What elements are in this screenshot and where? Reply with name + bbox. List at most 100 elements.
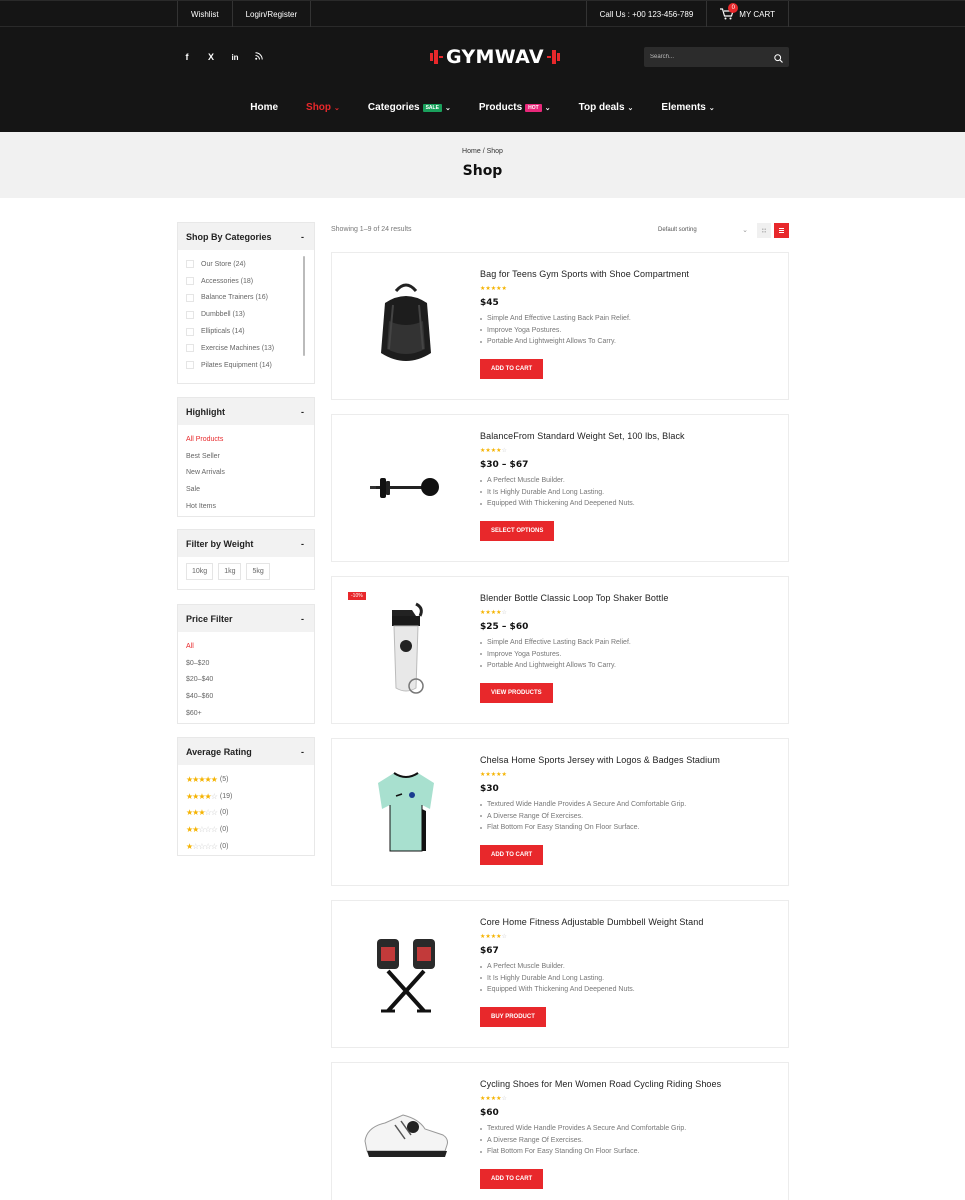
wishlist-link[interactable]: Wishlist	[177, 1, 232, 27]
feature-text: Textured Wide Handle Provides A Secure A…	[487, 1125, 687, 1133]
x-twitter-icon[interactable]: X	[206, 52, 216, 62]
login-register-link[interactable]: Login/Register	[231, 1, 312, 27]
list-view-button[interactable]	[774, 223, 789, 238]
weight-option[interactable]: 5kg	[246, 563, 270, 580]
product-price: $25 – $60	[480, 622, 529, 632]
category-checkbox[interactable]	[186, 327, 194, 336]
nav-home[interactable]: Home	[236, 102, 292, 113]
category-item[interactable]: Dumbbell (13)	[186, 306, 314, 323]
star-rating-icon: ★★★★★	[186, 774, 218, 784]
product-image[interactable]	[347, 591, 465, 709]
category-checkbox[interactable]	[186, 310, 194, 319]
price-widget-header[interactable]: Price Filter -	[178, 605, 314, 632]
collapse-icon[interactable]: -	[301, 747, 304, 757]
category-item[interactable]: Balance Trainers (16)	[186, 290, 314, 307]
feature-text: Flat Bottom For Easy Standing On Floor S…	[487, 824, 640, 832]
category-checkbox[interactable]	[186, 344, 194, 353]
rating-filter-item[interactable]: ★★★☆☆ (0)	[186, 805, 306, 822]
rating-widget-header[interactable]: Average Rating -	[178, 738, 314, 765]
price-list: All $0–$20 $20–$40 $40–$60 $60+	[178, 632, 314, 726]
facebook-icon[interactable]: f	[182, 52, 192, 62]
category-checkbox[interactable]	[186, 277, 194, 286]
product-action-button[interactable]: BUY PRODUCT	[480, 1006, 546, 1027]
product-name[interactable]: Chelsa Home Sports Jersey with Logos & B…	[480, 755, 780, 765]
rating-list: ★★★★★ (5) ★★★★☆ (19) ★★★☆☆ (0) ★★☆☆☆ (0) ★☆☆☆☆ (0…	[178, 765, 314, 859]
price-option[interactable]: $20–$40	[186, 672, 306, 689]
product-name[interactable]: Bag for Teens Gym Sports with Shoe Compa…	[480, 269, 780, 279]
product-image[interactable]	[347, 429, 465, 547]
price-option[interactable]: $0–$20	[186, 655, 306, 672]
feature-text: A Diverse Range Of Exercises.	[487, 812, 584, 820]
category-item[interactable]: Our Store (24)	[186, 256, 314, 273]
grid-view-button[interactable]	[757, 223, 771, 238]
collapse-icon[interactable]: -	[301, 407, 304, 417]
nav-categories[interactable]: Categories SALE ⌄	[354, 102, 465, 113]
category-list: Our Store (24) Accessories (18) Balance Tr…	[178, 250, 314, 376]
product-action-button[interactable]: VIEW PRODUCTS	[480, 682, 553, 703]
site-logo[interactable]: GYMWAV	[430, 46, 560, 68]
weight-widget-header[interactable]: Filter by Weight -	[178, 530, 314, 557]
rating-filter-item[interactable]: ★★☆☆☆ (0)	[186, 821, 306, 838]
highlight-item[interactable]: New Arrivals	[186, 465, 306, 482]
price-option[interactable]: $40–$60	[186, 688, 306, 705]
product-image[interactable]	[347, 915, 465, 1033]
collapse-icon[interactable]: -	[301, 232, 304, 242]
product-image[interactable]	[347, 1077, 465, 1195]
category-checkbox[interactable]	[186, 293, 194, 302]
nav-shop-label: Shop	[306, 102, 332, 113]
dumbbell-stand-image	[377, 939, 435, 1013]
collapse-icon[interactable]: -	[301, 539, 304, 549]
highlight-widget-header[interactable]: Highlight -	[178, 398, 314, 425]
my-cart-button[interactable]: 0 MY CART	[706, 1, 789, 27]
category-checkbox[interactable]	[186, 361, 194, 370]
main-nav: Home Shop ⌄ Categories SALE ⌄ Products HOT ⌄ …	[0, 102, 965, 113]
rating-filter-item[interactable]: ★☆☆☆☆ (0)	[186, 838, 306, 855]
nav-elements-label: Elements	[661, 102, 706, 113]
product-action-button[interactable]: ADD TO CART	[480, 358, 544, 379]
product-action-button[interactable]: ADD TO CART	[480, 844, 544, 865]
social-links: f X in	[182, 52, 264, 62]
rating-filter-item[interactable]: ★★★★☆ (19)	[186, 788, 306, 805]
price-option[interactable]: $60+	[186, 705, 306, 722]
nav-top-deals-label: Top deals	[578, 102, 625, 113]
collapse-icon[interactable]: -	[301, 614, 304, 624]
product-image[interactable]	[347, 753, 465, 871]
nav-top-deals[interactable]: Top deals ⌄	[565, 102, 648, 113]
category-item[interactable]: Pull Up Mini Trainers (20)	[186, 374, 314, 376]
product-features: Textured Wide Handle Provides A Secure A…	[480, 1123, 780, 1158]
breadcrumb-home[interactable]: Home	[462, 148, 481, 155]
category-checkbox[interactable]	[186, 260, 194, 269]
category-item[interactable]: Ellipticals (14)	[186, 323, 314, 340]
category-scrollbar[interactable]	[303, 256, 305, 356]
price-option[interactable]: All	[186, 638, 306, 655]
category-item[interactable]: Pilates Equipment (14)	[186, 357, 314, 374]
product-image[interactable]	[347, 267, 465, 385]
nav-products[interactable]: Products HOT ⌄	[465, 102, 565, 113]
sort-select[interactable]: Default sorting ⌄	[653, 222, 753, 237]
product-name[interactable]: Blender Bottle Classic Loop Top Shaker B…	[480, 593, 780, 603]
search-icon[interactable]	[774, 52, 783, 63]
rss-icon[interactable]	[254, 52, 264, 62]
category-item[interactable]: Accessories (18)	[186, 273, 314, 290]
nav-elements[interactable]: Elements ⌄	[647, 102, 728, 113]
product-action-button[interactable]: ADD TO CART	[480, 1168, 544, 1189]
highlight-item[interactable]: All Products	[186, 431, 306, 448]
product-name[interactable]: Core Home Fitness Adjustable Dumbbell We…	[480, 917, 780, 927]
weight-option[interactable]: 1kg	[218, 563, 242, 580]
categories-widget-header[interactable]: Shop By Categories -	[178, 223, 314, 250]
search-input[interactable]	[644, 47, 764, 67]
highlight-item[interactable]: Best Seller	[186, 448, 306, 465]
product-card: BalanceFrom Standard Weight Set, 100 lbs…	[331, 414, 789, 562]
linkedin-icon[interactable]: in	[230, 53, 240, 62]
rating-filter-item[interactable]: ★★★★★ (5)	[186, 771, 306, 788]
product-name[interactable]: Cycling Shoes for Men Women Road Cycling…	[480, 1079, 780, 1089]
highlight-item[interactable]: Sale	[186, 481, 306, 498]
highlight-item[interactable]: Hot Items	[186, 498, 306, 515]
nav-shop[interactable]: Shop ⌄	[292, 102, 354, 113]
product-action-button[interactable]: SELECT OPTIONS	[480, 520, 555, 541]
product-name[interactable]: BalanceFrom Standard Weight Set, 100 lbs…	[480, 431, 780, 441]
weight-option[interactable]: 10kg	[186, 563, 214, 580]
feature-text: A Diverse Range Of Exercises.	[487, 1136, 584, 1144]
category-item[interactable]: Exercise Machines (13)	[186, 340, 314, 357]
feature-item: Improve Yoga Postures.	[480, 649, 780, 661]
